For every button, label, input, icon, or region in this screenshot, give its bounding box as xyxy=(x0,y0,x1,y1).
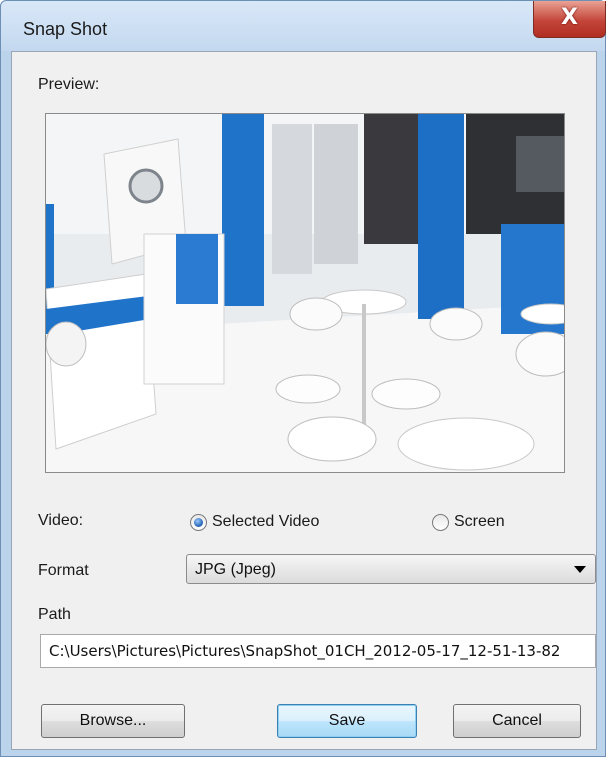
format-label: Format xyxy=(38,562,89,579)
screen-label[interactable]: Screen xyxy=(454,513,505,531)
snapshot-dialog: Snap Shot X Preview: Video: Selected Vid… xyxy=(0,0,606,757)
preview-image xyxy=(45,113,565,473)
cancel-button[interactable]: Cancel xyxy=(453,704,581,738)
dialog-title: Snap Shot xyxy=(23,19,108,39)
path-label: Path xyxy=(38,606,71,623)
save-button[interactable]: Save xyxy=(277,704,417,738)
close-button[interactable]: X xyxy=(533,1,606,38)
path-field[interactable]: C:\Users\Pictures\Pictures\SnapShot_01CH… xyxy=(40,634,596,668)
video-label: Video: xyxy=(38,512,84,529)
format-dropdown[interactable]: JPG (Jpeg) xyxy=(186,554,596,584)
chevron-down-icon xyxy=(574,566,586,573)
radio-selected-dot xyxy=(194,518,203,527)
preview-label: Preview: xyxy=(38,76,100,93)
title-bar[interactable]: Snap Shot X xyxy=(1,1,606,51)
browse-button[interactable]: Browse... xyxy=(41,704,185,738)
format-selected-value: JPG (Jpeg) xyxy=(195,561,276,578)
close-icon: X xyxy=(561,5,578,30)
selected-video-radio[interactable] xyxy=(190,514,207,531)
dialog-body: Preview: Video: Selected Video Screen Fo… xyxy=(11,51,597,750)
screen-radio[interactable] xyxy=(432,514,449,531)
selected-video-label[interactable]: Selected Video xyxy=(212,513,319,531)
snapshot-preview-graphic xyxy=(46,114,564,472)
